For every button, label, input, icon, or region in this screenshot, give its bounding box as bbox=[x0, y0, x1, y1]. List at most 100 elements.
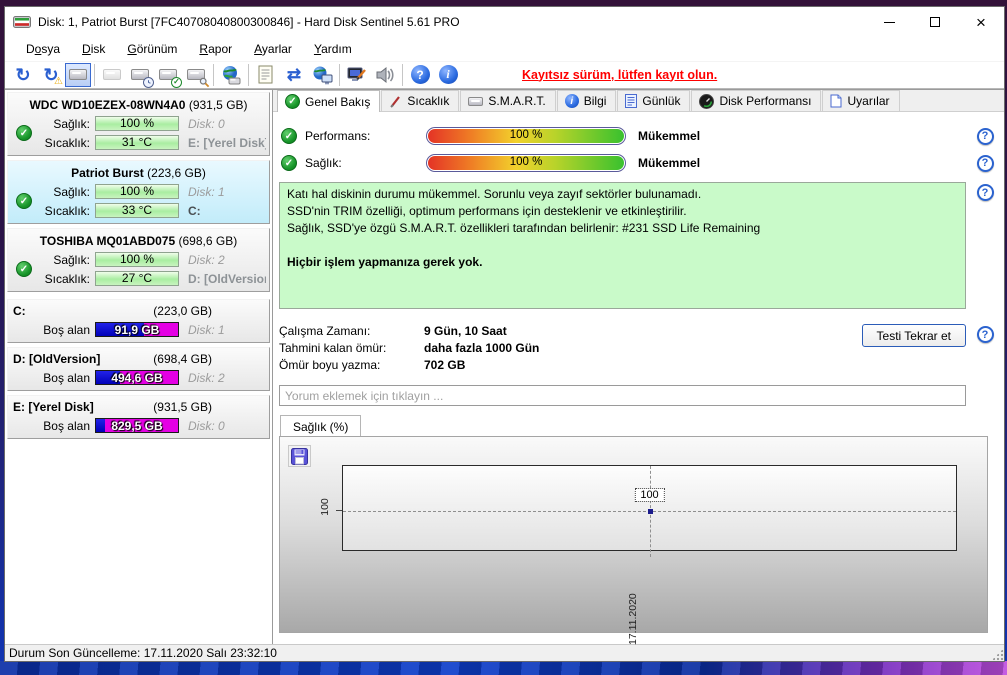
disk-size: (223,6 GB) bbox=[147, 166, 206, 180]
health-bar: 100 % bbox=[95, 116, 179, 131]
temp-label: Sıcaklık: bbox=[44, 203, 90, 218]
disk-ok-icon: ✓ bbox=[16, 125, 32, 141]
report-icon[interactable] bbox=[252, 62, 280, 88]
network-pc-icon[interactable] bbox=[308, 62, 336, 88]
menu-gorunum[interactable]: Görünüm bbox=[116, 39, 188, 59]
main-panel: ✓ Genel Bakış Sıcaklık S.M.A.R.T. i Bilg… bbox=[273, 90, 1004, 645]
partition-size: (698,4 GB) bbox=[153, 352, 212, 366]
disk-number: Disk: 1 bbox=[188, 322, 225, 337]
disk-size: (931,5 GB) bbox=[188, 98, 248, 112]
free-space-bar: 91,9 GB bbox=[95, 322, 179, 337]
sync-icon[interactable]: ⇄ bbox=[280, 62, 308, 88]
help-icon[interactable]: ? bbox=[976, 184, 994, 201]
disk-name: Patriot Burst bbox=[71, 166, 144, 180]
refresh-warning-icon[interactable]: ↻ ⚠ bbox=[37, 62, 65, 88]
speaker-icon[interactable] bbox=[371, 62, 399, 88]
tab-genel-bakis[interactable]: ✓ Genel Bakış bbox=[277, 90, 381, 112]
tab-smart[interactable]: S.M.A.R.T. bbox=[460, 90, 556, 111]
disk-clock-icon[interactable] bbox=[126, 62, 154, 88]
temp-bar: 27 °C bbox=[95, 271, 179, 286]
minimize-button[interactable] bbox=[866, 7, 912, 37]
disk-sidebar: WDC WD10EZEX-08WN4A0 (931,5 GB) ✓ Sağlık… bbox=[5, 90, 273, 644]
resize-grip[interactable] bbox=[991, 648, 1004, 661]
close-button[interactable]: × bbox=[958, 7, 1004, 37]
chart-tab-saglik[interactable]: Sağlık (%) bbox=[280, 415, 362, 437]
info-icon[interactable]: i bbox=[434, 62, 462, 88]
help-icon[interactable]: ? bbox=[976, 326, 994, 343]
message-line: Sağlık, SSD'ye özgü S.M.A.R.T. özellikle… bbox=[287, 221, 761, 235]
toolbar-separator bbox=[94, 63, 95, 86]
app-window: Disk: 1, Patriot Burst [7FC4070804080030… bbox=[4, 6, 1005, 662]
temp-bar: 33 °C bbox=[95, 203, 179, 218]
health-history-chart: 100 100 17.11.2020 bbox=[279, 436, 988, 645]
status-ok-icon: ✓ bbox=[281, 128, 297, 144]
disk-number: Disk: 2 bbox=[188, 370, 225, 385]
disk-item-patriot[interactable]: Patriot Burst (223,6 GB) ✓ Sağlık: 100 %… bbox=[7, 160, 270, 224]
disk-ok-icon: ✓ bbox=[16, 261, 32, 277]
status-bar: Durum Son Güncelleme: 17.11.2020 Salı 23… bbox=[5, 644, 1004, 661]
globe-disk-icon[interactable] bbox=[217, 62, 245, 88]
help-icon[interactable]: ? bbox=[976, 154, 994, 172]
register-link[interactable]: Kayıtsız sürüm, lütfen kayıt olun. bbox=[522, 68, 717, 82]
status-message-row: Katı hal diskinin durumu mükemmel. Sorun… bbox=[279, 182, 1004, 309]
tab-disk-performansi[interactable]: Disk Performansı bbox=[691, 90, 822, 111]
disk-number: Disk: 1 bbox=[188, 184, 225, 199]
toolbar-separator bbox=[339, 63, 340, 86]
save-chart-button[interactable] bbox=[288, 445, 311, 467]
menu-ayarlar[interactable]: Ayarlar bbox=[243, 39, 303, 59]
temp-bar: 31 °C bbox=[95, 135, 179, 150]
help-icon[interactable]: ? bbox=[406, 62, 434, 88]
retest-button[interactable]: Testi Tekrar et bbox=[861, 324, 966, 347]
drive-letter: E: [Yerel Disk] bbox=[188, 135, 266, 150]
maximize-button[interactable] bbox=[912, 7, 958, 37]
status-text: Durum Son Güncelleme: 17.11.2020 Salı 23… bbox=[9, 646, 277, 660]
tab-uyarilar[interactable]: Uyarılar bbox=[822, 90, 900, 111]
menu-dosya[interactable]: Dosya bbox=[15, 39, 71, 59]
health-label: Sağlık: bbox=[53, 252, 90, 267]
partition-name: C: bbox=[13, 304, 26, 318]
gauge-icon bbox=[699, 93, 715, 109]
free-space-label: Boş alan bbox=[43, 370, 90, 385]
floppy-save-icon bbox=[291, 447, 308, 465]
disk-item-wdc[interactable]: WDC WD10EZEX-08WN4A0 (931,5 GB) ✓ Sağlık… bbox=[7, 92, 270, 156]
message-line-bold: Hiçbir işlem yapmanıza gerek yok. bbox=[287, 255, 483, 269]
app-icon bbox=[13, 14, 31, 30]
data-point-label: 100 bbox=[634, 488, 665, 502]
pc-edit-icon[interactable] bbox=[343, 62, 371, 88]
health-label: Sağlık: bbox=[53, 184, 90, 199]
help-icon[interactable]: ? bbox=[976, 127, 994, 145]
performance-status: Mükemmel bbox=[638, 129, 701, 143]
menu-disk[interactable]: Disk bbox=[71, 39, 116, 59]
thermometer-icon bbox=[390, 96, 401, 108]
toolbar: ↻ ↻ ⚠ ✓ ⇄ ? i Kayıtsız sürüm, lütfen kay… bbox=[5, 61, 1004, 89]
disk-number: Disk: 2 bbox=[188, 252, 225, 267]
disk-search-icon[interactable] bbox=[182, 62, 210, 88]
status-message-box: Katı hal diskinin durumu mükemmel. Sorun… bbox=[279, 182, 966, 309]
menu-rapor[interactable]: Rapor bbox=[188, 39, 243, 59]
disk-window-icon[interactable] bbox=[65, 62, 91, 87]
title-bar: Disk: 1, Patriot Burst [7FC4070804080030… bbox=[5, 7, 1004, 37]
lifetime-stats: Çalışma Zamanı: 9 Gün, 10 Saat Tahmini ka… bbox=[279, 324, 540, 372]
tab-gunluk[interactable]: Günlük bbox=[617, 90, 691, 111]
toolbar-separator bbox=[402, 63, 403, 86]
alerts-page-icon bbox=[830, 94, 842, 108]
tab-bilgi[interactable]: i Bilgi bbox=[556, 90, 617, 111]
tab-sicaklik[interactable]: Sıcaklık bbox=[381, 90, 460, 111]
disk-check-icon[interactable]: ✓ bbox=[154, 62, 182, 88]
window-title: Disk: 1, Patriot Burst [7FC4070804080030… bbox=[38, 15, 460, 29]
refresh-icon[interactable]: ↻ bbox=[9, 62, 37, 88]
disk-item-toshiba[interactable]: TOSHIBA MQ01ABD075 (698,6 GB) ✓ Sağlık: … bbox=[7, 228, 270, 292]
free-space-bar: 494,6 GB bbox=[95, 370, 179, 385]
health-row: ✓ Sağlık: 100 % Mükemmel ? bbox=[281, 154, 1004, 172]
y-axis-tick-label: 100 bbox=[318, 498, 331, 516]
smart-disk-icon bbox=[468, 96, 484, 106]
partition-size: (223,0 GB) bbox=[153, 304, 212, 318]
partition-item-e[interactable]: E: [Yerel Disk] (931,5 GB) Boş alan 829,5… bbox=[7, 395, 270, 439]
desktop-wallpaper bbox=[0, 661, 1007, 675]
partition-item-d[interactable]: D: [OldVersion] (698,4 GB) Boş alan 494,6… bbox=[7, 347, 270, 391]
menu-yardim[interactable]: Yardım bbox=[303, 39, 363, 59]
performance-bar: 100 % bbox=[426, 127, 626, 145]
partition-item-c[interactable]: C: (223,0 GB) Boş alan 91,9 GB Disk: 1 bbox=[7, 299, 270, 343]
message-line: Katı hal diskinin durumu mükemmel. Sorun… bbox=[287, 187, 702, 201]
comment-input[interactable] bbox=[279, 385, 966, 406]
